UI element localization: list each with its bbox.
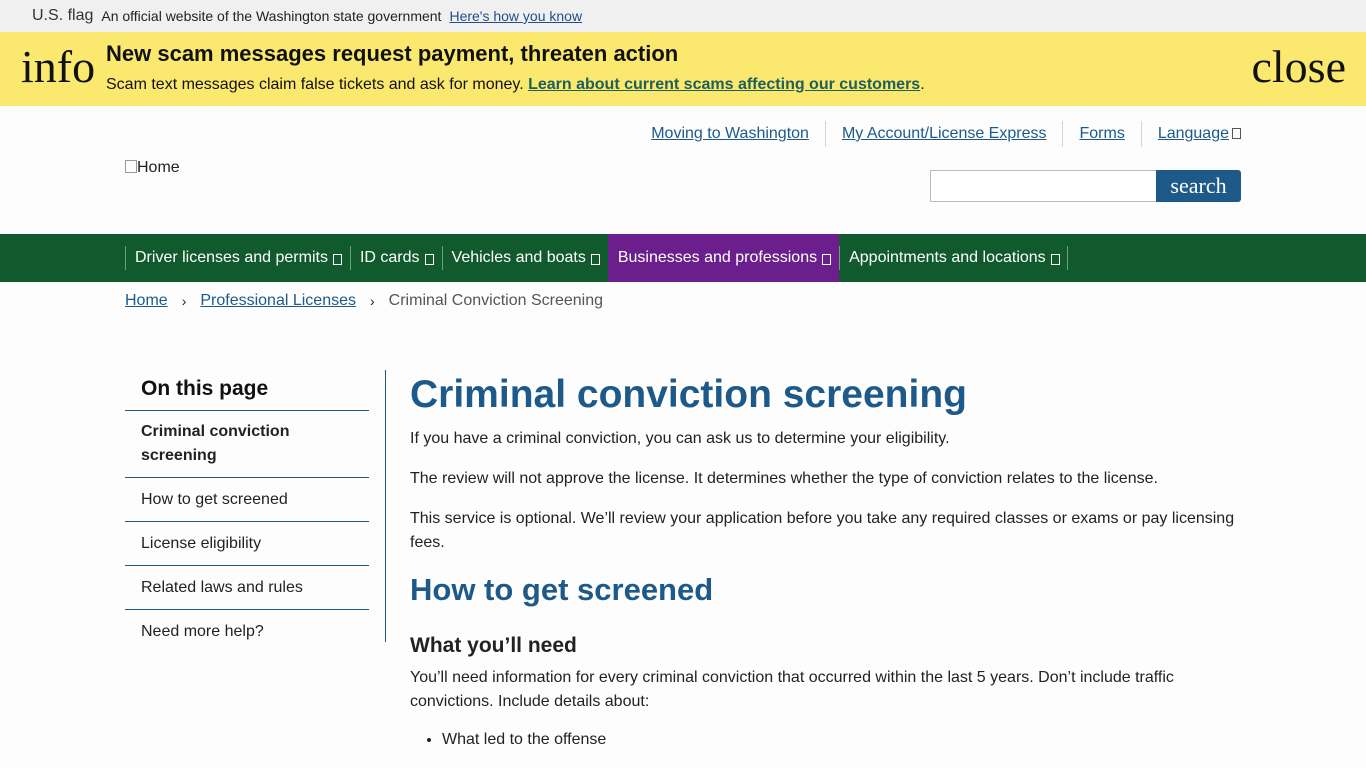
dropdown-glyph-icon [822, 254, 832, 265]
page-title: Criminal conviction screening [410, 373, 967, 416]
close-icon[interactable]: close [1251, 44, 1346, 90]
info-icon: info [21, 41, 96, 92]
moving-to-washington-link[interactable]: Moving to Washington [635, 121, 825, 147]
dropdown-glyph-icon [424, 254, 434, 265]
dropdown-glyph-icon [1232, 128, 1241, 139]
nav-businesses-professions[interactable]: Businesses and professions [607, 234, 840, 282]
requirements-list: What led to the offense [442, 728, 1240, 752]
alert-body-text: Scam text messages claim false tickets a… [106, 76, 524, 93]
utility-nav: Moving to Washington My Account/License … [635, 121, 1241, 147]
nav-appointments-locations[interactable]: Appointments and locations [839, 234, 1068, 282]
nav-vehicles-boats-label: Vehicles and boats [451, 249, 586, 266]
gov-banner-text: An official website of the Washington st… [101, 8, 442, 24]
broken-image-icon [125, 160, 137, 173]
breadcrumb-current: Criminal Conviction Screening [388, 292, 603, 309]
site-header: Moving to Washington My Account/License … [0, 106, 1366, 234]
nav-businesses-professions-label: Businesses and professions [617, 249, 818, 266]
search-button[interactable]: search [1156, 170, 1241, 202]
sidebar-item-criminal-conviction-screening[interactable]: Criminal conviction screening [125, 411, 369, 478]
language-link[interactable]: Language [1140, 121, 1241, 147]
nav-vehicles-boats[interactable]: Vehicles and boats [441, 234, 608, 282]
requirements-paragraph: You’ll need information for every crimin… [410, 669, 1174, 710]
alert-title: New scam messages request payment, threa… [106, 41, 679, 66]
sidebar-item-need-more-help[interactable]: Need more help? [125, 610, 369, 653]
sidebar-divider [385, 370, 386, 642]
main-content: Criminal conviction screening If you hav… [410, 372, 1240, 752]
gov-banner: U.S. flag An official website of the Was… [0, 0, 1366, 32]
breadcrumb-home-link[interactable]: Home [125, 292, 168, 310]
chevron-right-icon: › [370, 293, 375, 309]
dropdown-glyph-icon [332, 254, 342, 265]
scam-alert-banner: info New scam messages request payment, … [0, 32, 1366, 106]
main-nav: Driver licenses and permits ID cards Veh… [0, 234, 1366, 282]
nav-id-cards-label: ID cards [359, 249, 420, 266]
home-logo-alt: Home [137, 159, 180, 176]
dropdown-glyph-icon [590, 254, 600, 265]
alert-body: Scam text messages claim false tickets a… [106, 76, 925, 94]
sidebar-title: On this page [125, 370, 369, 411]
breadcrumb: Home › Professional Licenses › Criminal … [125, 292, 603, 310]
home-logo[interactable]: Home [125, 159, 180, 177]
nav-id-cards[interactable]: ID cards [349, 234, 442, 282]
dropdown-glyph-icon [1050, 254, 1060, 265]
nav-driver-licenses-label: Driver licenses and permits [135, 249, 328, 266]
subheading-what-youll-need: What you’ll need [410, 634, 577, 657]
section-heading-how-to-get-screened: How to get screened [410, 572, 714, 607]
forms-link[interactable]: Forms [1062, 121, 1140, 147]
chevron-right-icon: › [181, 293, 187, 309]
sidebar-item-how-to-get-screened[interactable]: How to get screened [125, 478, 369, 522]
heres-how-you-know-link[interactable]: Here's how you know [449, 8, 582, 24]
sidebar-item-related-laws[interactable]: Related laws and rules [125, 566, 369, 610]
search-input[interactable] [930, 170, 1157, 202]
my-account-link[interactable]: My Account/License Express [824, 121, 1063, 147]
us-flag-image: U.S. flag [32, 7, 94, 24]
intro-paragraph-2: The review will not approve the license.… [410, 470, 1158, 487]
list-item: What led to the offense [442, 728, 1240, 752]
intro-paragraph-1: If you have a criminal conviction, you c… [410, 430, 950, 447]
intro-paragraph-3: This service is optional. We’ll review y… [410, 510, 1235, 551]
nav-appointments-locations-label: Appointments and locations [849, 249, 1046, 266]
breadcrumb-professional-licenses-link[interactable]: Professional Licenses [200, 292, 356, 310]
current-scams-link[interactable]: Learn about current scams affecting our … [528, 76, 920, 93]
sidebar-item-license-eligibility[interactable]: License eligibility [125, 522, 369, 566]
language-label: Language [1157, 125, 1229, 142]
alert-body-trailing: . [920, 76, 925, 93]
nav-driver-licenses[interactable]: Driver licenses and permits [125, 234, 350, 282]
on-this-page-nav: On this page Criminal conviction screeni… [125, 370, 369, 653]
